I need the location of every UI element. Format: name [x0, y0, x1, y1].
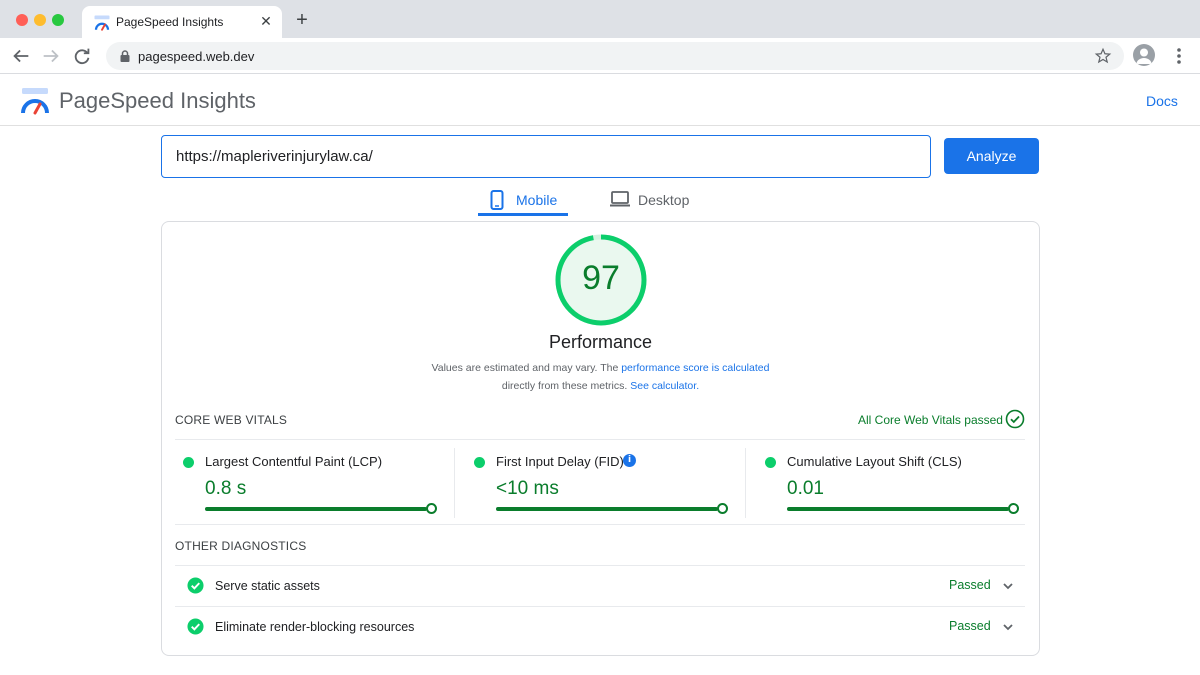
check-circle-icon: [1005, 409, 1025, 429]
performance-title: Performance: [548, 332, 653, 352]
pagespeed-favicon-icon: [94, 15, 110, 31]
diagnostic-name: Serve static assets: [215, 579, 320, 593]
maximize-window-button[interactable]: [52, 14, 64, 26]
chevron-down-icon[interactable]: [1001, 579, 1015, 593]
report-card: 97 Performance Values are estimated and …: [161, 221, 1040, 656]
see-calculator-link[interactable]: See calculator.: [630, 380, 699, 392]
cwv-status-text: All Core Web Vitals passed: [858, 413, 1003, 427]
metric-value: <10 ms: [496, 478, 559, 499]
metric-value: 0.8 s: [205, 478, 247, 499]
pass-dot-icon: [474, 457, 485, 468]
address-bar[interactable]: pagespeed.web.dev: [106, 42, 1124, 70]
pass-dot-icon: [183, 457, 194, 468]
divider: [454, 448, 455, 518]
person-icon: [1136, 48, 1152, 64]
browser-toolbar: pagespeed.web.dev: [0, 38, 1200, 74]
app-title: PageSpeed Insights: [59, 88, 256, 113]
metric-cls: Cumulative Layout Shift (CLS) 0.01: [757, 448, 1019, 518]
browser-tab[interactable]: PageSpeed Insights ✕: [82, 6, 282, 38]
tab-mobile-label: Mobile: [516, 192, 558, 208]
new-tab-button[interactable]: +: [292, 10, 312, 31]
tab-mobile[interactable]: Mobile: [478, 186, 568, 216]
metric-bar: [787, 507, 1009, 511]
core-web-vitals-heading: CORE WEB VITALS: [175, 413, 288, 427]
more-menu-icon[interactable]: [1169, 45, 1189, 67]
tab-desktop[interactable]: Desktop: [606, 186, 702, 216]
smartphone-icon: [490, 190, 504, 210]
pass-dot-icon: [765, 457, 776, 468]
app-header: PageSpeed Insights Docs: [0, 75, 1200, 126]
pagespeed-logo-icon: [21, 88, 49, 115]
metric-bar: [205, 507, 427, 511]
forward-arrow-icon[interactable]: [40, 45, 62, 67]
close-window-button[interactable]: [16, 14, 28, 26]
diagnostic-status: Passed: [949, 619, 991, 633]
diagnostic-status: Passed: [949, 578, 991, 592]
address-text: pagespeed.web.dev: [138, 49, 255, 64]
performance-note: Values are estimated and may vary. The p…: [162, 359, 1039, 395]
divider: [745, 448, 746, 518]
minimize-window-button[interactable]: [34, 14, 46, 26]
bookmark-star-icon[interactable]: [1094, 47, 1112, 65]
diagnostic-name: Eliminate render-blocking resources: [215, 620, 415, 634]
pass-check-icon: [187, 577, 204, 594]
other-diagnostics-heading: OTHER DIAGNOSTICS: [175, 539, 307, 553]
docs-link[interactable]: Docs: [1146, 93, 1178, 109]
metric-bar: [496, 507, 718, 511]
note-text-2: directly from these metrics.: [501, 380, 631, 392]
performance-score: 97: [582, 259, 620, 297]
url-input[interactable]: [161, 135, 931, 178]
metric-name: Cumulative Layout Shift (CLS): [787, 454, 962, 469]
metric-marker: [426, 503, 437, 514]
reload-icon[interactable]: [71, 45, 93, 67]
tab-desktop-label: Desktop: [638, 192, 690, 208]
metric-marker: [717, 503, 728, 514]
metric-value: 0.01: [787, 478, 824, 499]
metric-fid: First Input Delay (FID) i <10 ms: [466, 448, 728, 518]
score-calculated-link[interactable]: performance score is calculated: [621, 362, 769, 374]
back-arrow-icon[interactable]: [10, 45, 32, 67]
tab-close-icon[interactable]: ✕: [258, 13, 274, 29]
info-icon[interactable]: i: [623, 454, 636, 467]
pass-check-icon: [187, 618, 204, 635]
diagnostic-row[interactable]: Serve static assets Passed: [175, 566, 1025, 606]
note-text-1: Values are estimated and may vary. The: [431, 362, 622, 374]
laptop-icon: [610, 191, 630, 207]
profile-avatar[interactable]: [1133, 44, 1155, 66]
lock-icon: [120, 50, 130, 62]
divider: [175, 524, 1025, 525]
analyze-button[interactable]: Analyze: [944, 138, 1039, 174]
tab-title: PageSpeed Insights: [116, 15, 224, 29]
metric-marker: [1008, 503, 1019, 514]
diagnostic-row[interactable]: Eliminate render-blocking resources Pass…: [175, 607, 1025, 647]
metric-lcp: Largest Contentful Paint (LCP) 0.8 s: [175, 448, 437, 518]
chevron-down-icon[interactable]: [1001, 620, 1015, 634]
browser-tab-strip: PageSpeed Insights ✕ +: [0, 0, 1200, 38]
metric-name: Largest Contentful Paint (LCP): [205, 454, 383, 469]
divider: [175, 439, 1025, 440]
metric-name: First Input Delay (FID): [496, 454, 624, 469]
